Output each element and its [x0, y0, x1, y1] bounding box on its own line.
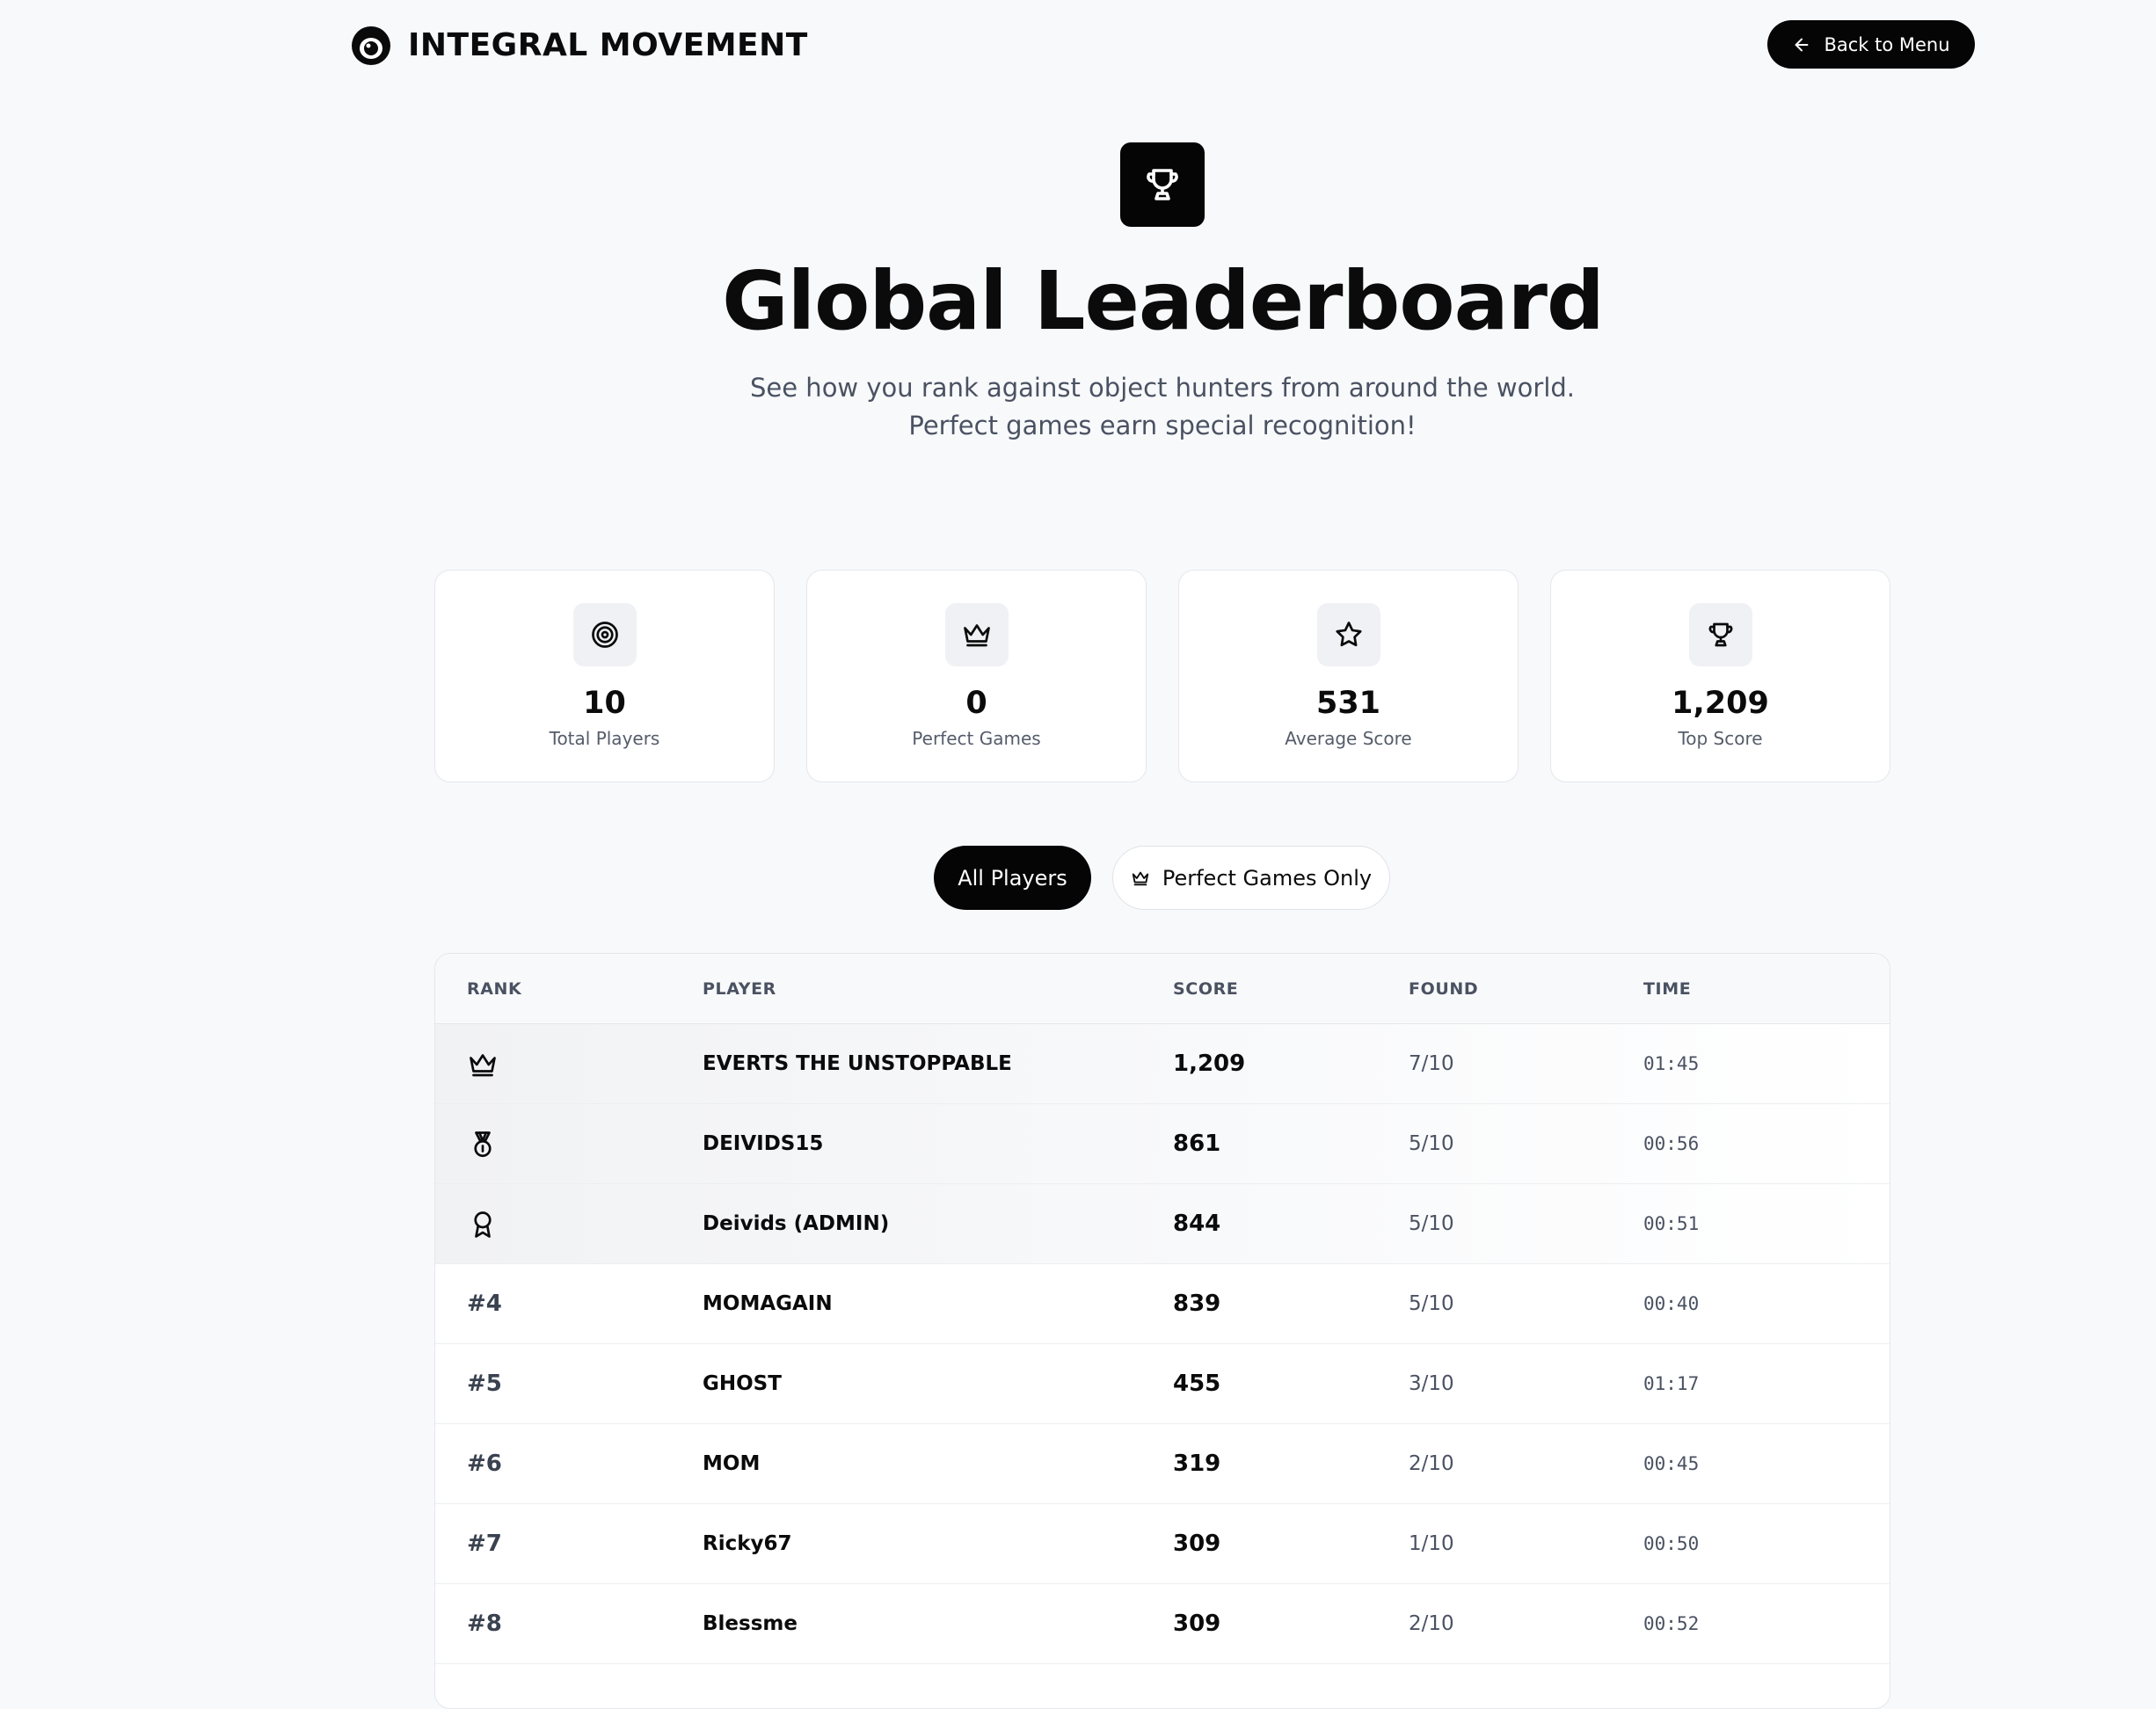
player-found: 1/10 — [1409, 1532, 1454, 1555]
award-icon — [474, 1211, 492, 1238]
column-header-score: SCORE — [1173, 979, 1239, 999]
hero-trophy-badge — [1120, 142, 1205, 227]
brand[interactable]: INTEGRAL MOVEMENT — [350, 23, 808, 69]
table-row[interactable]: DEIVIDS15 861 5/10 00:56 — [435, 1104, 1890, 1184]
stat-card-top-score: 1,209 Top Score — [1550, 570, 1890, 782]
page-subtitle: See how you rank against object hunters … — [750, 373, 1575, 440]
filter-all-players-label: All Players — [958, 865, 1067, 891]
stat-card-average-score: 531 Average Score — [1178, 570, 1519, 782]
player-rank: #4 — [467, 1291, 502, 1317]
column-header-rank: RANK — [467, 979, 522, 999]
player-time: 00:45 — [1643, 1453, 1700, 1474]
table-row[interactable]: #6 MOM 319 2/10 00:45 — [435, 1424, 1890, 1504]
stat-label: Top Score — [1678, 728, 1763, 749]
player-rank: #8 — [467, 1611, 502, 1637]
table-row[interactable]: #8 Blessme 309 2/10 00:52 — [435, 1584, 1890, 1664]
filter-perfect-games-button[interactable]: Perfect Games Only — [1112, 846, 1390, 910]
player-name: Deivids (ADMIN) — [703, 1212, 890, 1235]
player-found: 7/10 — [1409, 1052, 1454, 1075]
stat-icon-wrap — [1689, 603, 1752, 666]
crown-icon — [1132, 871, 1149, 885]
player-score: 861 — [1173, 1131, 1221, 1157]
stat-value: 1,209 — [1672, 686, 1769, 721]
arrow-left-icon — [1795, 38, 1809, 51]
player-time: 00:51 — [1643, 1213, 1700, 1234]
stat-icon-wrap — [1317, 603, 1380, 666]
column-header-time: TIME — [1643, 979, 1692, 999]
player-name: Blessme — [703, 1612, 798, 1635]
stat-value: 0 — [965, 686, 987, 721]
back-to-menu-label: Back to Menu — [1824, 33, 1950, 55]
filter-perfect-games-label: Perfect Games Only — [1162, 865, 1373, 891]
filter-all-players-button[interactable]: All Players — [934, 846, 1091, 910]
target-icon — [592, 622, 618, 648]
player-score: 455 — [1173, 1371, 1221, 1397]
trophy-icon — [1147, 169, 1178, 200]
table-row[interactable]: #4 MOMAGAIN 839 5/10 00:40 — [435, 1264, 1890, 1344]
stat-label: Average Score — [1285, 728, 1412, 749]
player-name: Ricky67 — [703, 1532, 792, 1555]
player-time: 00:40 — [1643, 1293, 1700, 1314]
column-header-player: PLAYER — [703, 979, 776, 999]
player-name: DEIVIDS15 — [703, 1132, 824, 1155]
player-time: 01:17 — [1643, 1373, 1700, 1394]
player-time: 00:50 — [1643, 1533, 1700, 1554]
stats-row: 10 Total Players 0 Perfect Games 531 Ave… — [434, 570, 1890, 782]
stat-card-total-players: 10 Total Players — [434, 570, 775, 782]
stat-label: Total Players — [549, 728, 660, 749]
brand-name: INTEGRAL MOVEMENT — [408, 27, 808, 63]
app-header: INTEGRAL MOVEMENT Back to Menu — [0, 0, 2156, 91]
stat-label: Perfect Games — [912, 728, 1041, 749]
stat-icon-wrap — [945, 603, 1009, 666]
player-found: 5/10 — [1409, 1292, 1454, 1315]
stat-value: 10 — [583, 686, 626, 721]
player-time: 01:45 — [1643, 1053, 1700, 1074]
column-header-found: FOUND — [1409, 979, 1479, 999]
eye-logo-icon — [352, 26, 390, 65]
player-score: 1,209 — [1173, 1051, 1246, 1077]
stat-icon-wrap — [573, 603, 637, 666]
player-rank: #6 — [467, 1451, 502, 1477]
page-title: Global Leaderboard — [722, 254, 1605, 348]
table-row[interactable]: EVERTS THE UNSTOPPABLE 1,209 7/10 01:45 — [435, 1024, 1890, 1104]
player-score: 309 — [1173, 1611, 1221, 1637]
back-to-menu-button[interactable]: Back to Menu — [1767, 20, 1975, 69]
leaderboard-table: RANK PLAYER SCORE FOUND TIME EVERTS THE … — [434, 953, 1890, 1709]
player-name: MOMAGAIN — [703, 1292, 833, 1315]
player-score: 839 — [1173, 1291, 1221, 1317]
player-time: 00:56 — [1643, 1133, 1700, 1154]
player-found: 2/10 — [1409, 1612, 1454, 1635]
player-time: 00:52 — [1643, 1613, 1700, 1634]
player-found: 5/10 — [1409, 1132, 1454, 1155]
player-name: MOM — [703, 1452, 761, 1475]
stat-card-perfect-games: 0 Perfect Games — [806, 570, 1147, 782]
player-score: 844 — [1173, 1211, 1221, 1237]
table-row[interactable]: #5 GHOST 455 3/10 01:17 — [435, 1344, 1890, 1424]
trophy-icon — [1708, 622, 1733, 647]
star-icon — [1336, 622, 1362, 647]
crown-icon — [964, 624, 990, 647]
player-found: 3/10 — [1409, 1372, 1454, 1395]
player-rank: #5 — [467, 1371, 502, 1397]
table-row[interactable]: Deivids (ADMIN) 844 5/10 00:51 — [435, 1184, 1890, 1264]
player-found: 2/10 — [1409, 1452, 1454, 1475]
player-name: EVERTS THE UNSTOPPABLE — [703, 1052, 1012, 1075]
stat-value: 531 — [1315, 686, 1381, 721]
table-header: RANK PLAYER SCORE FOUND TIME — [435, 954, 1890, 1024]
medal-icon — [474, 1131, 492, 1158]
player-score: 309 — [1173, 1531, 1221, 1557]
table-row[interactable]: #7 Ricky67 309 1/10 00:50 — [435, 1504, 1890, 1584]
player-found: 5/10 — [1409, 1212, 1454, 1235]
player-name: GHOST — [703, 1372, 782, 1395]
player-rank: #7 — [467, 1531, 502, 1557]
crown-icon — [470, 1054, 496, 1077]
player-score: 319 — [1173, 1451, 1221, 1477]
